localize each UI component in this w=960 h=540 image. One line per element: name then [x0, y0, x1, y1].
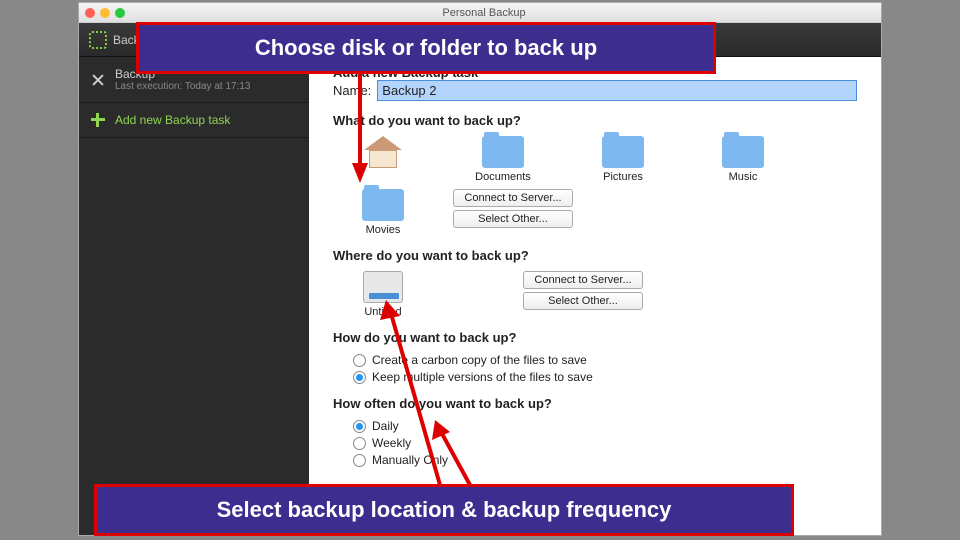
app-logo-icon — [89, 31, 107, 49]
where-header: Where do you want to back up? — [333, 248, 857, 263]
titlebar: Personal Backup — [79, 3, 881, 23]
close-task-icon[interactable] — [91, 73, 105, 87]
annotation-arrow-3 — [430, 420, 490, 490]
source-documents[interactable]: Documents — [473, 136, 533, 183]
sidebar: Backup Last execution: Today at 17:13 Ad… — [79, 57, 309, 535]
radio-icon — [353, 454, 366, 467]
sidebar-add-label: Add new Backup task — [115, 113, 230, 127]
plus-icon — [91, 113, 105, 127]
what-header: What do you want to back up? — [333, 113, 857, 128]
window-title: Personal Backup — [93, 7, 875, 19]
radio-icon — [353, 371, 366, 384]
drive-icon — [363, 271, 403, 303]
source-music[interactable]: Music — [713, 136, 773, 183]
annotation-callout-1: Choose disk or folder to back up — [136, 22, 716, 74]
source-movies[interactable]: Movies — [353, 189, 413, 236]
folder-icon — [362, 189, 404, 221]
sidebar-backup-subtitle: Last execution: Today at 17:13 — [115, 81, 250, 92]
folder-icon — [602, 136, 644, 168]
annotation-arrow-1 — [340, 68, 380, 188]
radio-icon — [353, 354, 366, 367]
connect-server-button[interactable]: Connect to Server... — [523, 271, 643, 289]
connect-server-button[interactable]: Connect to Server... — [453, 189, 573, 207]
folder-icon — [722, 136, 764, 168]
source-pictures[interactable]: Pictures — [593, 136, 653, 183]
radio-icon — [353, 420, 366, 433]
task-name-input[interactable] — [377, 80, 857, 101]
folder-icon — [482, 136, 524, 168]
select-other-button[interactable]: Select Other... — [453, 210, 573, 228]
radio-icon — [353, 437, 366, 450]
annotation-callout-2: Select backup location & backup frequenc… — [94, 484, 794, 536]
sidebar-add-task[interactable]: Add new Backup task — [79, 103, 309, 138]
select-other-button[interactable]: Select Other... — [523, 292, 643, 310]
